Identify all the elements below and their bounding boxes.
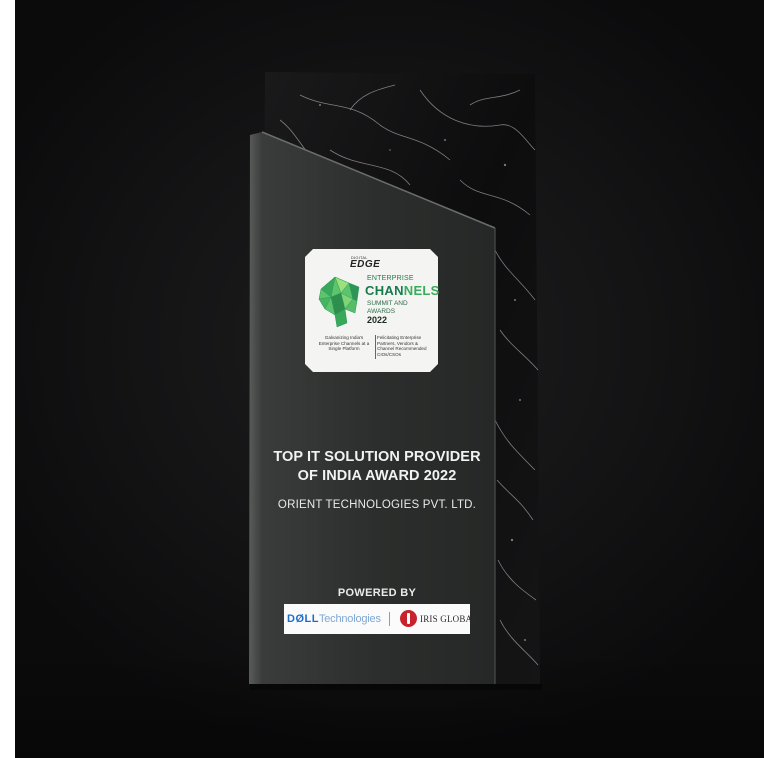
powered-by-label: POWERED BY xyxy=(337,587,417,599)
recipient-company: ORIENT TECHNOLOGIES PVT. LTD. xyxy=(277,499,477,511)
awards-line: AWARDS xyxy=(367,307,396,315)
iris-logo-icon xyxy=(400,610,417,627)
event-tagline-left: Galvanizing India's Enterprise Channels … xyxy=(318,335,370,352)
event-logo-card: DIGITAL EDGE ENTERPRISE CHANNELS SUMMIT … xyxy=(305,249,440,372)
summit-line: SUMMIT AND xyxy=(367,300,408,307)
trophy-base-shadow xyxy=(250,684,542,690)
trophy-illustration xyxy=(249,72,542,690)
award-title-line1: TOP IT SOLUTION PROVIDER xyxy=(273,449,481,465)
award-title-line2: OF INDIA AWARD 2022 xyxy=(297,468,457,484)
event-summit-text: SUMMIT AND AWARDS xyxy=(367,300,408,315)
award-photo: DIGITAL EDGE ENTERPRISE CHANNELS SUMMIT … xyxy=(0,0,764,758)
dell-technologies-logo: DØLLTechnologies xyxy=(287,613,381,625)
award-title: TOP IT SOLUTION PROVIDER OF INDIA AWARD … xyxy=(262,448,492,486)
dell-wordmark: DØLL xyxy=(287,613,319,625)
channels-part-b: NELS xyxy=(403,283,440,298)
brand-edge-logo: EDGE xyxy=(350,259,381,270)
panel-edge xyxy=(249,132,262,686)
tagline-divider xyxy=(375,335,376,359)
sponsor-logo-strip: DØLLTechnologies IRIS GLOBAL xyxy=(284,604,478,634)
sponsor-divider xyxy=(389,612,390,626)
event-tagline-right: Felicitating Enterprise Partners, Vendor… xyxy=(377,335,427,357)
channels-part-a: CHAN xyxy=(365,283,404,298)
event-year: 2022 xyxy=(367,315,388,325)
iris-global-logo: IRIS GLOBAL xyxy=(420,614,478,624)
event-channels-headline: CHANNELS xyxy=(365,283,440,298)
technologies-wordmark: Technologies xyxy=(318,613,381,625)
event-enterprise-text: ENTERPRISE xyxy=(367,275,414,282)
